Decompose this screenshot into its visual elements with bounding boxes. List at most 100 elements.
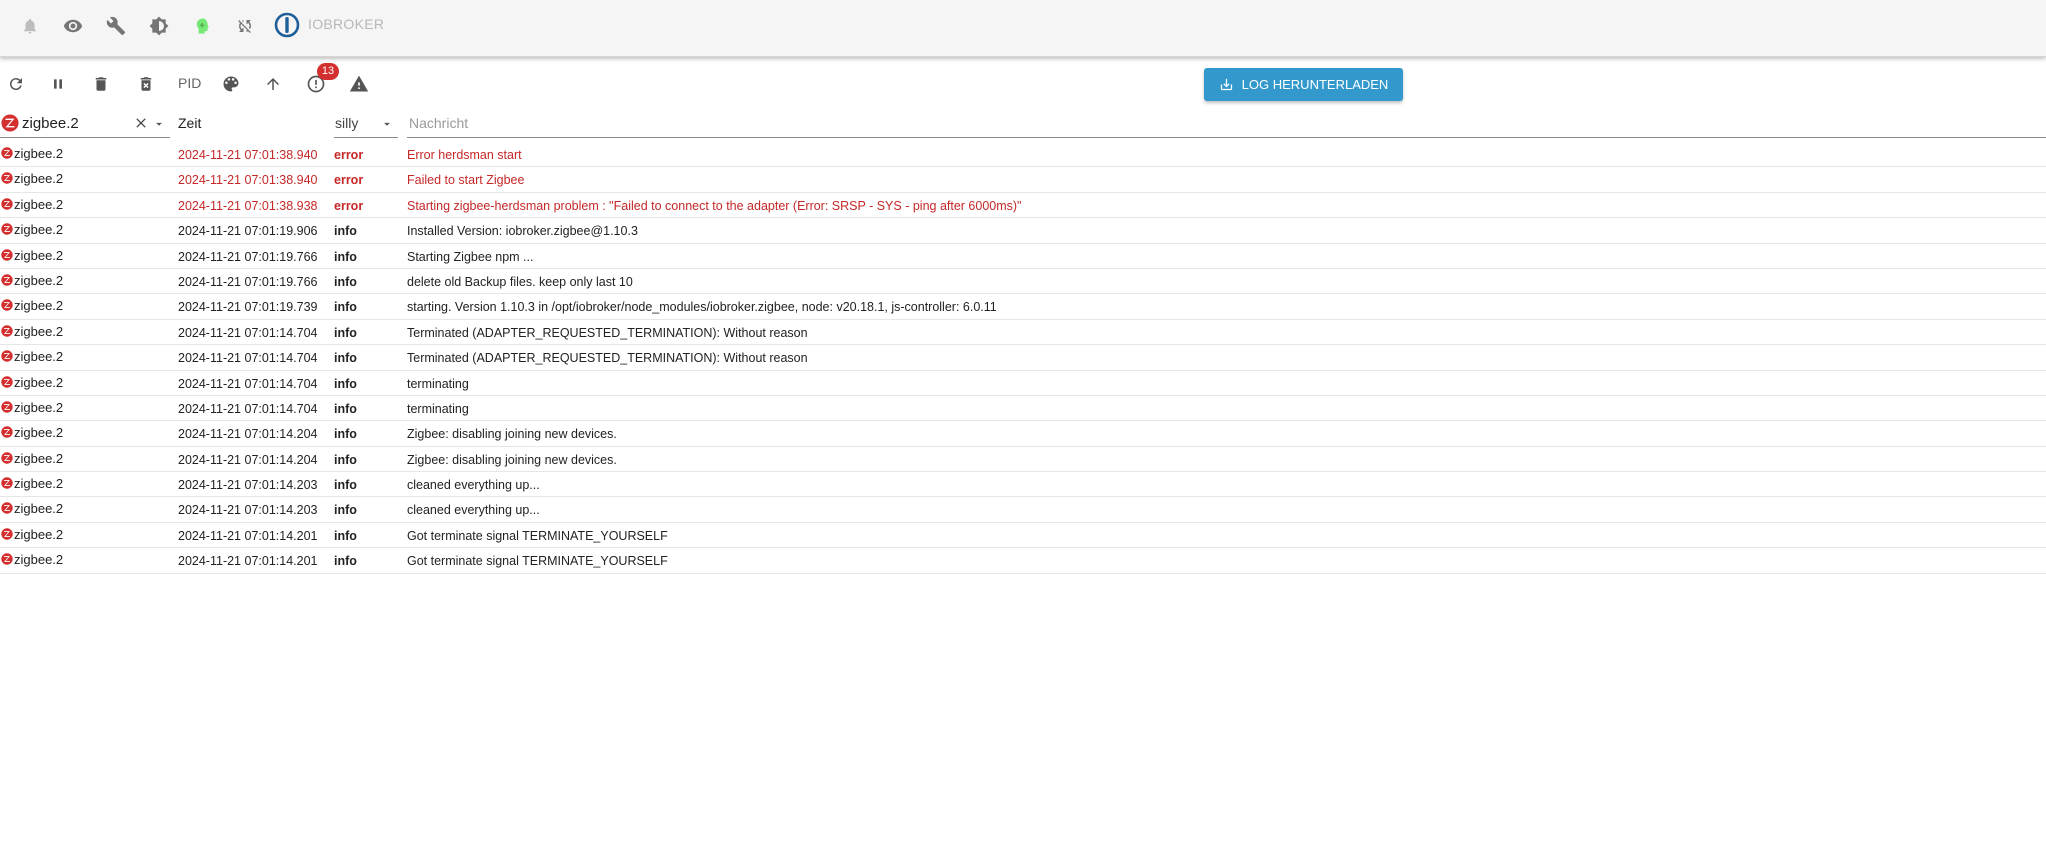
log-level: info [334, 478, 357, 493]
zigbee-adapter-icon [1, 274, 13, 289]
download-log-button[interactable]: LOG HERUNTERLADEN [1204, 68, 1403, 101]
log-row: zigbee.2 2024-11-21 07:01:38.940 error Fail… [0, 167, 2046, 193]
log-row: zigbee.2 2024-11-21 07:01:19.766 info Start… [0, 244, 2046, 269]
log-row: zigbee.2 2024-11-21 07:01:14.203 info clean… [0, 497, 2046, 523]
log-row: zigbee.2 2024-11-21 07:01:14.204 info Zigbe… [0, 421, 2046, 447]
zigbee-adapter-icon [1, 451, 13, 467]
zigbee-adapter-icon [1, 426, 13, 441]
log-time: 2024-11-21 07:01:14.201 [178, 528, 318, 543]
log-message: terminating [407, 376, 469, 391]
brand-text: IOBROKER [308, 16, 385, 32]
level-filter-select[interactable]: silly [334, 111, 398, 138]
log-source: zigbee.2 [14, 196, 64, 212]
log-message: Zigbee: disabling joining new devices. [407, 452, 617, 467]
dropdown-arrow-icon[interactable] [152, 117, 166, 134]
log-message: starting. Version 1.10.3 in /opt/iobroke… [407, 300, 997, 315]
bell-icon[interactable] [18, 14, 42, 38]
log-row: zigbee.2 2024-11-21 07:01:14.201 info Got t… [0, 523, 2046, 549]
log-message: terminating [407, 401, 469, 416]
dropdown-arrow-icon [380, 117, 394, 134]
log-level: info [334, 325, 357, 340]
log-source: zigbee.2 [14, 222, 64, 238]
sync-disabled-icon[interactable] [233, 14, 257, 38]
log-row: zigbee.2 2024-11-21 07:01:14.704 info Termi… [0, 320, 2046, 346]
message-filter-input[interactable] [407, 114, 1011, 132]
log-row: zigbee.2 2024-11-21 07:01:14.203 info clean… [0, 472, 2046, 498]
log-level: error [334, 198, 364, 213]
log-time: 2024-11-21 07:01:14.704 [178, 351, 318, 366]
zigbee-adapter-icon [1, 350, 13, 365]
palette-icon[interactable] [219, 72, 243, 96]
clear-icon[interactable] [133, 115, 149, 134]
top-app-bar: IOBROKER [0, 0, 2046, 57]
message-filter[interactable] [407, 111, 2046, 138]
log-level: info [334, 274, 357, 289]
zigbee-adapter-icon [1, 502, 13, 517]
log-row: zigbee.2 2024-11-21 07:01:14.704 info Termi… [0, 345, 2046, 371]
source-filter-select[interactable]: zigbee.2 [0, 111, 170, 138]
log-time: 2024-11-21 07:01:19.906 [178, 224, 318, 239]
log-message: Error herdsman start [407, 148, 522, 162]
delete-icon[interactable] [89, 72, 113, 96]
zigbee-adapter-icon [1, 172, 13, 187]
arrow-up-icon[interactable] [261, 72, 285, 96]
zigbee-adapter-icon [1, 553, 13, 568]
log-row: zigbee.2 2024-11-21 07:01:14.201 info Got t… [0, 548, 2046, 574]
log-row: zigbee.2 2024-11-21 07:01:14.704 info termi… [0, 396, 2046, 422]
log-row: zigbee.2 2024-11-21 07:01:19.739 info start… [0, 294, 2046, 320]
log-level: info [334, 224, 357, 239]
log-message: delete old Backup files. keep only last … [407, 274, 633, 289]
log-time: 2024-11-21 07:01:14.704 [178, 401, 318, 416]
iobroker-logo[interactable] [273, 11, 301, 39]
brightness-icon[interactable] [147, 14, 171, 38]
log-source: zigbee.2 [14, 399, 64, 415]
log-row: zigbee.2 2024-11-21 07:01:19.766 info delet… [0, 269, 2046, 295]
zigbee-adapter-icon [1, 528, 13, 543]
pid-toggle[interactable]: PID [178, 75, 201, 91]
log-row: zigbee.2 2024-11-21 07:01:38.938 error Star… [0, 193, 2046, 219]
log-time: 2024-11-21 07:01:19.739 [178, 300, 318, 315]
zigbee-adapter-icon [1, 114, 19, 135]
wrench-icon[interactable] [104, 14, 128, 38]
log-time: 2024-11-21 07:01:38.938 [178, 198, 318, 213]
log-level: info [334, 503, 357, 518]
log-level: error [334, 173, 364, 188]
log-row: zigbee.2 2024-11-21 07:01:38.940 error Erro… [0, 142, 2046, 168]
log-message: cleaned everything up... [407, 478, 540, 493]
source-filter-value: zigbee.2 [22, 115, 79, 132]
log-message: Zigbee: disabling joining new devices. [407, 427, 617, 442]
log-row: zigbee.2 2024-11-21 07:01:14.204 info Zigbe… [0, 447, 2046, 473]
log-level: info [334, 376, 357, 391]
log-level: error [334, 148, 364, 162]
zigbee-adapter-icon [1, 477, 13, 492]
log-level: info [334, 427, 357, 442]
download-log-label: LOG HERUNTERLADEN [1241, 77, 1389, 92]
zigbee-adapter-icon [1, 325, 13, 340]
refresh-icon[interactable] [4, 72, 28, 96]
eye-icon[interactable] [61, 14, 85, 38]
log-message: Terminated (ADAPTER_REQUESTED_TERMINATIO… [407, 325, 808, 340]
log-source: zigbee.2 [14, 272, 64, 288]
warning-icon[interactable] [347, 72, 371, 96]
log-time: 2024-11-21 07:01:14.204 [178, 427, 318, 442]
log-time: 2024-11-21 07:01:14.704 [178, 376, 318, 391]
log-source: zigbee.2 [14, 374, 64, 390]
log-source: zigbee.2 [14, 247, 64, 263]
delete-forever-icon[interactable] [134, 72, 158, 96]
zigbee-adapter-icon [1, 248, 13, 264]
zigbee-adapter-icon [1, 147, 13, 162]
log-time: 2024-11-21 07:01:14.704 [178, 325, 318, 340]
log-time: 2024-11-21 07:01:14.203 [178, 503, 318, 518]
log-message: Starting zigbee-herdsman problem : "Fail… [407, 198, 1022, 213]
log-message: cleaned everything up... [407, 503, 540, 518]
log-source: zigbee.2 [14, 476, 64, 492]
log-source: zigbee.2 [14, 425, 64, 441]
log-time: 2024-11-21 07:01:14.204 [178, 452, 318, 467]
pause-icon[interactable] [46, 72, 70, 96]
log-level: info [334, 554, 357, 569]
log-level: info [334, 351, 357, 366]
log-table: zigbee.2 2024-11-21 07:01:38.940 error Erro… [0, 142, 2046, 574]
user-head-icon[interactable] [190, 14, 214, 38]
log-level: info [334, 452, 357, 467]
error-count-badge: 13 [317, 63, 339, 80]
